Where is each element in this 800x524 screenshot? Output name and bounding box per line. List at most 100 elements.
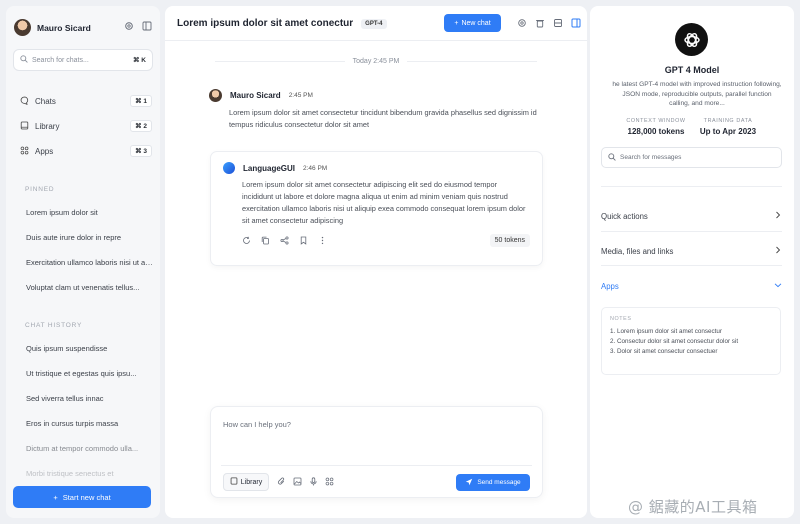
history-chat-item[interactable]: Sed viverra tellus innac [26,394,154,403]
chat-search-input[interactable]: Search for chats... ⌘ K [13,49,153,71]
divider [601,265,782,266]
library-label: Library [240,478,263,486]
stat-label: CONTEXT WINDOW [626,118,686,124]
shortcut-badge: ⌘ 3 [130,145,152,157]
composer-divider [221,465,532,466]
sidebar-item-apps[interactable]: Apps ⌘ 3 [20,145,152,157]
user-message: Mauro Sicard 2:45 PM Lorem ipsum dolor s… [209,89,539,131]
send-icon [465,478,473,488]
chat-panel: Lorem ipsum dolor sit amet conectur GPT-… [165,6,587,518]
start-new-chat-button[interactable]: + Start new chat [13,486,151,508]
image-icon[interactable] [293,477,302,488]
model-description: he latest GPT-4 model with improved inst… [612,81,782,107]
attachment-icon[interactable] [277,477,286,488]
send-label: Send message [477,479,521,486]
message-author: Mauro Sicard [230,91,281,100]
panel-toggle-icon[interactable] [571,18,581,30]
history-chat-item[interactable]: Quis ipsum suspendisse [26,344,154,353]
watermark: @ 鋸藏的AI工具箱 [628,498,758,516]
more-options-icon[interactable] [318,236,327,247]
pinned-chat-item[interactable]: Duis aute irure dolor in repre [26,233,154,242]
library-button[interactable]: Library [223,473,269,491]
stat-value: 128,000 tokens [627,127,685,136]
media-files-links-section[interactable]: Media, files and links [601,246,782,256]
microphone-icon[interactable] [309,477,318,488]
model-badge[interactable]: GPT-4 [361,18,387,29]
sidebar-item-label: Chats [35,96,56,106]
pinned-chat-item[interactable]: Exercitation ullamco laboris nisi ut ali… [26,258,154,267]
chat-title: Lorem ipsum dolor sit amet conectur [177,18,354,29]
regenerate-icon[interactable] [242,236,251,247]
divider [601,231,782,232]
new-chat-button[interactable]: + New chat [444,14,501,32]
book-icon [20,121,29,132]
copy-icon[interactable] [261,236,270,247]
model-info-panel: GPT 4 Model he latest GPT-4 model with i… [590,6,794,518]
ai-message: LanguageGUI 2:46 PM Lorem ipsum dolor si… [210,151,543,266]
new-chat-label: New chat [461,19,491,27]
search-placeholder: Search for chats... [32,56,89,64]
pinned-chat-item[interactable]: Lorem ipsum dolor sit [26,208,154,217]
archive-icon[interactable] [553,18,563,30]
message-time: 2:45 PM [288,92,313,99]
stat-label: TRAINING DATA [703,118,753,124]
training-data-stat: TRAINING DATA Up to Apr 2023 [692,118,764,136]
pinned-chat-item[interactable]: Voluptat clam ut venenatis tellus... [26,283,154,292]
quick-actions-section[interactable]: Quick actions [601,211,782,221]
notes-box[interactable]: NOTES 1. Lorem ipsum dolor sit amet cons… [601,307,781,375]
date-label: Today 2:45 PM [352,58,400,65]
history-chat-item[interactable]: Eros in cursus turpis massa [26,419,154,428]
apps-section[interactable]: Apps [601,281,782,291]
assistant-logo-icon [223,162,235,174]
note-item: 1. Lorem ipsum dolor sit amet consectur [610,328,722,335]
pinned-label: PINNED [25,186,55,193]
search-icon [20,55,28,65]
chat-history-label: CHAT HISTORY [25,322,83,329]
message-text: Lorem ipsum dolor sit amet consectetur t… [229,108,537,129]
chevron-down-icon [774,281,782,291]
search-icon [608,152,616,163]
settings-icon[interactable] [517,18,527,30]
user-name: Mauro Sicard [37,22,91,33]
sidebar-item-label: Apps [35,146,54,156]
note-item: 2. Consectur dolor sit amet consectur do… [610,338,739,345]
shortcut-badge: ⌘ 1 [130,95,152,107]
sidebar-toggle-icon[interactable] [142,21,152,33]
search-shortcut: ⌘ K [133,57,146,64]
section-label: Apps [601,281,619,291]
trash-icon[interactable] [535,18,545,30]
user-profile[interactable]: Mauro Sicard [14,19,91,36]
history-chat-item[interactable]: Dictum at tempor commodo ulla... [26,444,154,453]
openai-logo-icon [675,23,708,56]
history-chat-item[interactable]: Morbi tristique senectus et [26,469,154,478]
send-message-button[interactable]: Send message [456,474,530,491]
divider [601,186,782,187]
avatar [209,89,222,102]
apps-grid-icon [20,146,29,157]
bookmark-icon[interactable] [299,236,308,247]
message-text: Lorem ipsum dolor sit amet consectetur a… [242,180,526,225]
message-time: 2:46 PM [303,164,328,172]
sidebar: Mauro Sicard Search for chats... ⌘ K Cha… [6,6,160,518]
apps-grid-icon[interactable] [325,477,334,488]
search-placeholder: Search for messages [620,154,682,161]
chat-bubble-icon [20,96,29,107]
message-input[interactable]: How can I help you? [223,420,291,429]
plus-icon: + [454,19,459,27]
shortcut-badge: ⌘ 2 [130,120,152,132]
note-item: 3. Dolor sit amet consectur consectuer [610,348,718,355]
date-separator: Today 2:45 PM [165,58,587,65]
gear-icon[interactable] [124,21,134,33]
header-divider [165,40,587,41]
avatar [14,19,31,36]
history-chat-item[interactable]: Ut tristique et egestas quis ipsu... [26,369,154,378]
sidebar-item-library[interactable]: Library ⌘ 2 [20,120,152,132]
book-icon [230,477,238,487]
plus-icon: + [53,492,58,502]
sidebar-item-label: Library [35,121,60,131]
share-icon[interactable] [280,236,289,247]
stat-value: Up to Apr 2023 [699,127,757,136]
message-search-input[interactable]: Search for messages [601,147,782,168]
context-window-stat: CONTEXT WINDOW 128,000 tokens [620,118,692,136]
sidebar-item-chats[interactable]: Chats ⌘ 1 [20,95,152,107]
